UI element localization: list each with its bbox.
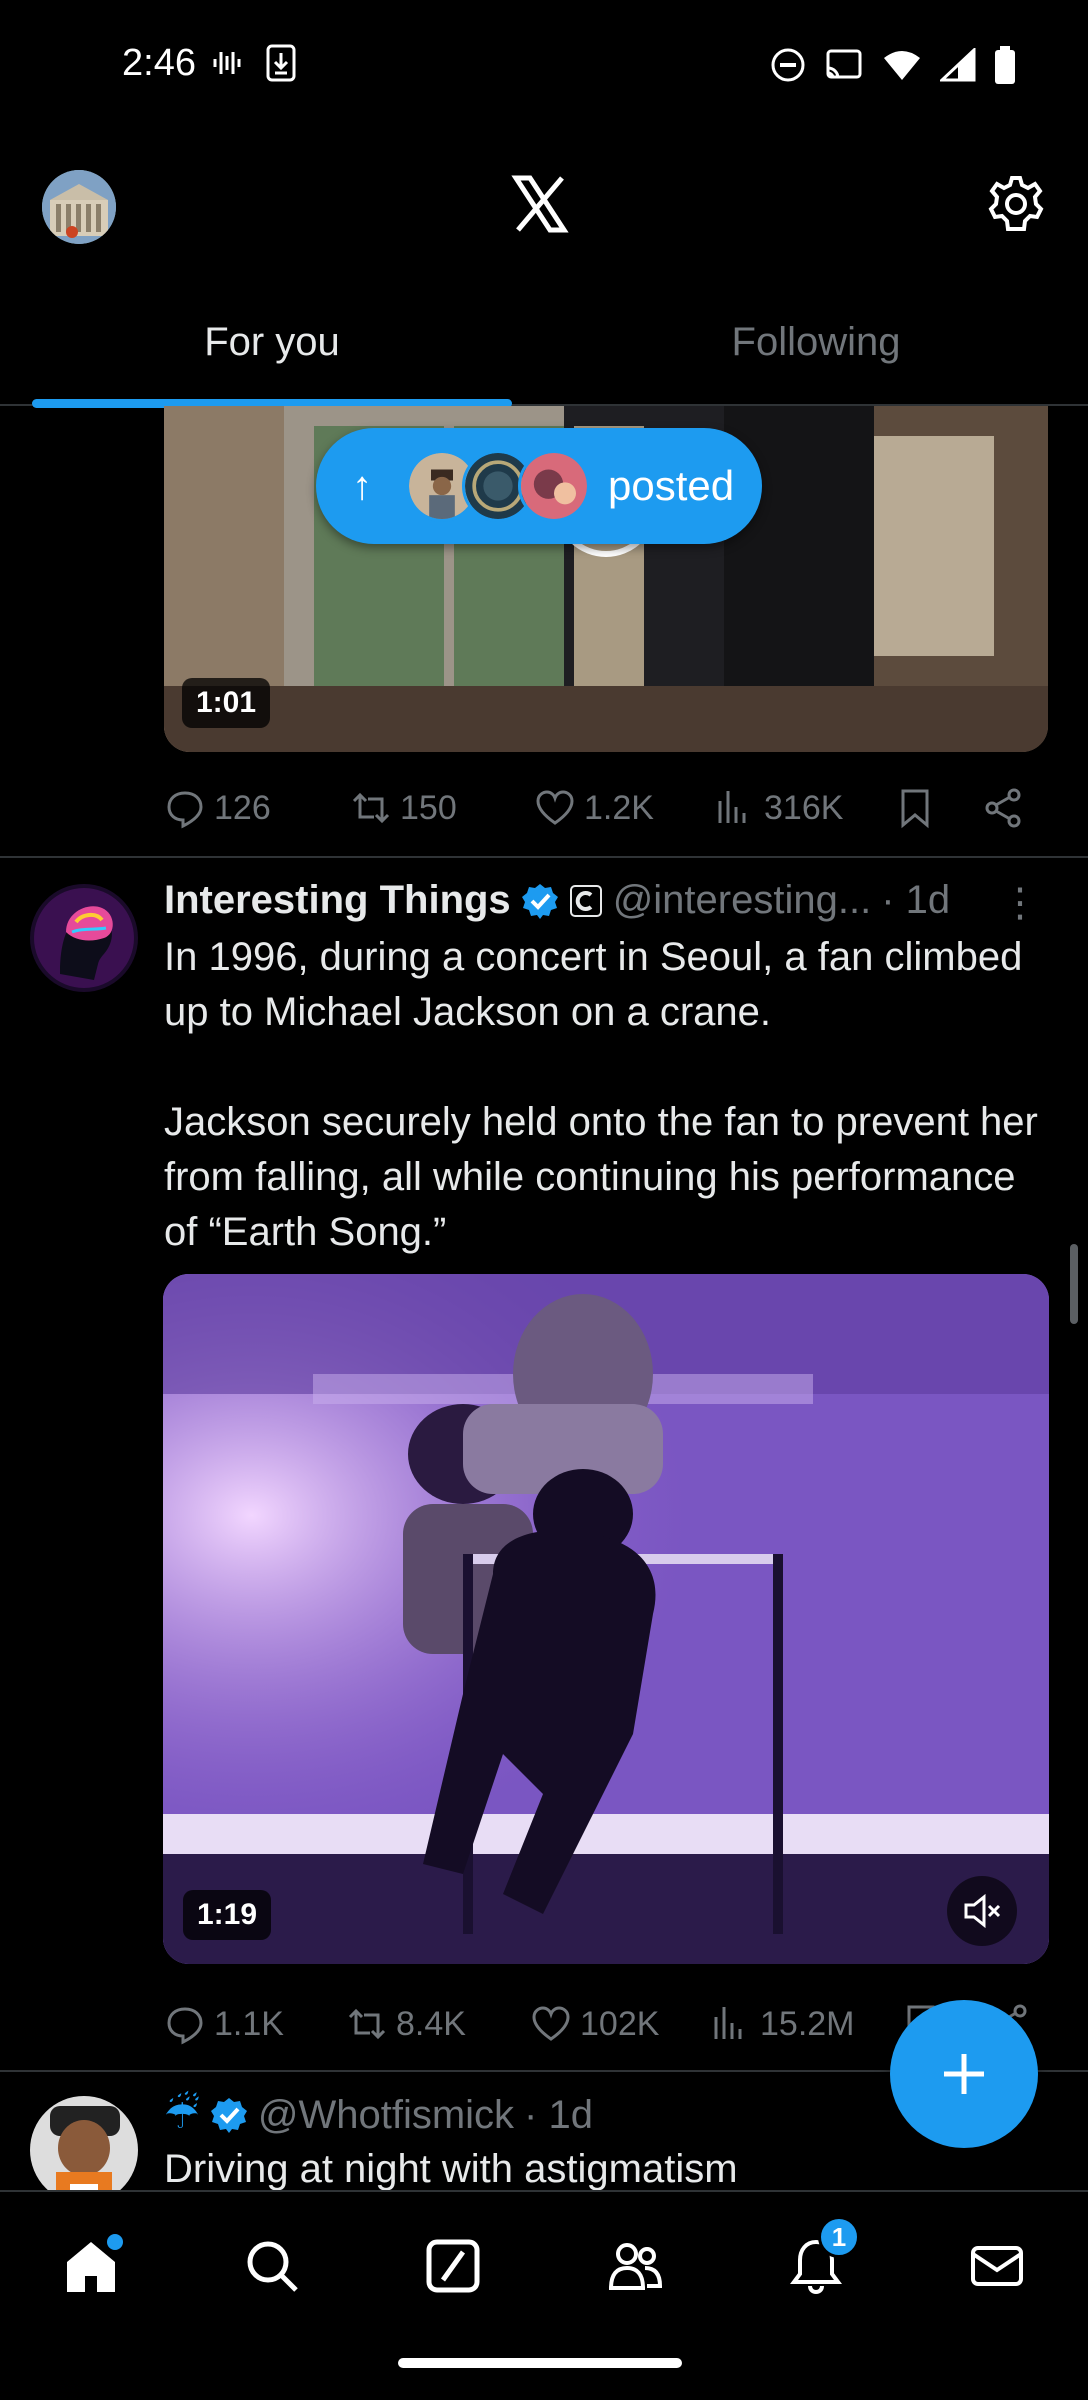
nav-notifications[interactable]: 1	[776, 2216, 860, 2306]
verified-badge-icon	[521, 883, 558, 919]
avatar	[518, 450, 590, 522]
nav-communities[interactable]	[595, 2226, 675, 2306]
mute-button[interactable]	[947, 1876, 1017, 1946]
search-icon	[247, 2241, 298, 2292]
views-button[interactable]: 15.2M	[710, 2003, 900, 2045]
share-button[interactable]	[982, 787, 1024, 829]
cast-icon	[826, 49, 862, 79]
post-text: Driving at night with astigmatism	[164, 2147, 738, 2190]
post-text: In 1996, during a concert in Seoul, a fa…	[164, 935, 1038, 1254]
battery-icon	[995, 46, 1015, 84]
post-actions: 126 150 1.2K 316K	[164, 778, 1034, 838]
author-avatar[interactable]	[30, 884, 138, 992]
tab-following[interactable]: Following	[544, 300, 1088, 404]
reply-icon	[167, 2007, 203, 2045]
timeline-feed[interactable]: 1:01 ↑ posted 126 150 1.2K 316K Interest…	[0, 406, 1088, 2190]
nav-messages[interactable]	[957, 2226, 1037, 2306]
like-count: 1.2K	[584, 788, 654, 827]
arrow-up-icon: ↑	[352, 463, 372, 508]
more-options-icon[interactable]: ⋮	[1000, 880, 1040, 926]
repost-icon	[352, 792, 390, 824]
new-posts-pill[interactable]: ↑ posted	[316, 428, 762, 544]
plus-icon	[944, 2054, 984, 2094]
post-divider	[0, 856, 1088, 858]
analytics-icon	[718, 791, 746, 823]
status-bar: 2:46	[0, 0, 1088, 130]
repost-button[interactable]: 8.4K	[346, 2003, 530, 2045]
author-handle[interactable]: @interesting...	[613, 878, 872, 923]
author-handle[interactable]: @Whotfismick	[258, 2093, 514, 2138]
like-count: 102K	[580, 2004, 660, 2043]
reply-count: 1.1K	[214, 2004, 284, 2043]
download-icon	[266, 44, 296, 82]
post-video[interactable]: 1:19	[163, 1274, 1049, 1964]
affiliate-badge-icon	[569, 884, 602, 917]
pill-label: posted	[608, 462, 735, 509]
post-header: ☔ @Whotfismick · 1d	[164, 2092, 593, 2138]
like-button[interactable]: 1.2K	[534, 787, 714, 829]
post-time: · 1d	[881, 878, 951, 922]
settings-gear-icon[interactable]	[986, 174, 1046, 234]
like-button[interactable]: 102K	[530, 2003, 710, 2045]
tab-label: For you	[204, 320, 340, 364]
voice-activity-icon	[213, 52, 241, 74]
scrollbar[interactable]	[1070, 1244, 1078, 1324]
heart-icon	[536, 790, 574, 825]
repost-icon	[348, 2008, 386, 2040]
repost-count: 150	[400, 788, 457, 827]
compose-post-button[interactable]	[890, 2000, 1038, 2148]
view-count: 15.2M	[760, 2004, 855, 2043]
video-duration: 1:01	[182, 678, 271, 728]
view-count: 316K	[764, 788, 844, 827]
bookmark-icon	[901, 789, 929, 829]
nav-search[interactable]	[232, 2226, 312, 2306]
author-name[interactable]: Interesting Things	[164, 878, 511, 923]
top-app-bar	[0, 160, 1088, 270]
reply-button[interactable]: 1.1K	[164, 2003, 346, 2045]
author-avatar[interactable]	[30, 2096, 138, 2190]
bookmark-button[interactable]	[894, 787, 982, 829]
reply-count: 126	[214, 788, 271, 827]
post-header: Interesting Things @interesting... · 1d	[164, 878, 950, 923]
do-not-disturb-icon	[771, 48, 805, 82]
nav-grok[interactable]	[413, 2226, 493, 2306]
gesture-home-indicator[interactable]	[398, 2358, 682, 2368]
new-content-dot	[106, 2234, 123, 2250]
mail-icon	[971, 2246, 1024, 2286]
share-icon	[985, 788, 1021, 828]
post-time: · 1d	[524, 2092, 593, 2137]
volume-muted-icon	[964, 1893, 1001, 1929]
feed-tabs: For you Following	[0, 300, 1088, 408]
x-logo-icon[interactable]	[510, 174, 570, 234]
tab-for-you[interactable]: For you	[0, 300, 544, 408]
bottom-navigation: 1	[0, 2190, 1088, 2340]
reply-icon	[167, 791, 203, 829]
nav-home[interactable]	[51, 2226, 131, 2306]
communities-icon	[608, 2243, 662, 2290]
grok-icon	[426, 2239, 480, 2293]
wifi-icon	[884, 51, 920, 80]
repost-count: 8.4K	[396, 2004, 466, 2043]
verified-badge-icon	[210, 2098, 247, 2133]
reply-button[interactable]: 126	[164, 787, 350, 829]
analytics-icon	[714, 2007, 742, 2039]
views-button[interactable]: 316K	[714, 787, 894, 829]
notification-badge: 1	[817, 2216, 860, 2258]
repost-button[interactable]: 150	[350, 787, 534, 829]
video-duration: 1:19	[183, 1890, 272, 1940]
author-name-emoji[interactable]: ☔	[164, 2092, 200, 2138]
status-time: 2:46	[122, 42, 196, 84]
signal-icon	[940, 48, 976, 82]
tab-label: Following	[731, 320, 901, 364]
heart-icon	[532, 2006, 570, 2041]
profile-avatar[interactable]	[42, 170, 116, 244]
